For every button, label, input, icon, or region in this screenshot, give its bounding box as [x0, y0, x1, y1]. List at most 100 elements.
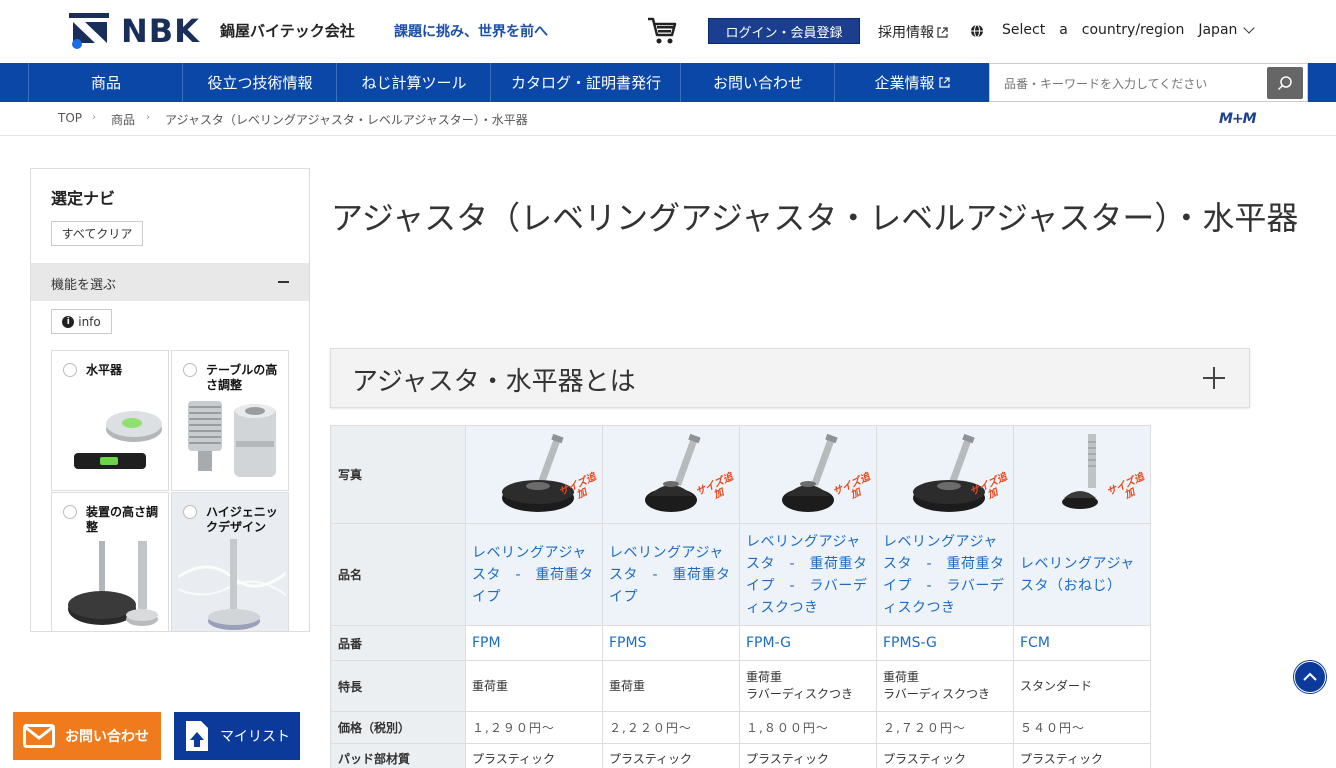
product-feature: スタンダード — [1013, 660, 1151, 712]
feature-text: 重荷重 — [472, 678, 509, 693]
nav-label: お問い合わせ — [712, 74, 803, 92]
nbk-logo[interactable]: NBK — [69, 12, 209, 50]
mail-icon — [23, 724, 55, 748]
minus-icon — [278, 281, 289, 283]
region-select-word: Select — [1002, 22, 1046, 38]
product-code-link[interactable]: FPM-G — [739, 625, 877, 661]
product-name-link[interactable]: レベリングアジャスタ - 重荷重タイプ - ラバーディスクつき — [739, 523, 877, 626]
section-label: 機能を選ぶ — [51, 278, 117, 293]
nav-item-screw-tool[interactable]: ねじ計算ツール — [336, 63, 491, 102]
product-name-link[interactable]: レベリングアジャスタ - 重荷重タイプ — [465, 523, 603, 626]
info-label: info — [78, 314, 101, 329]
adjuster-fpm-image — [502, 433, 574, 512]
adjuster-fpms-image — [645, 433, 701, 512]
breadcrumb-products[interactable]: 商品 — [111, 111, 135, 128]
product-pad-material: プラスティック — [876, 743, 1014, 768]
row-header-feature: 特長 — [330, 660, 466, 712]
product-photo[interactable]: サイズ追加 — [739, 425, 877, 524]
product-code-link[interactable]: FPMS-G — [876, 625, 1014, 661]
function-section-toggle[interactable]: 機能を選ぶ — [31, 263, 309, 301]
radio-button[interactable] — [183, 363, 197, 377]
filter-card-device-height[interactable]: 装置の高さ調整 — [51, 492, 169, 631]
partner-logo: M+M — [1219, 111, 1257, 127]
table-adjuster-image — [188, 401, 276, 477]
row-header-code: 品番 — [330, 625, 466, 661]
login-register-button[interactable]: ログイン・会員登録 — [708, 18, 860, 44]
nbk-logo-icon — [69, 13, 109, 49]
globe-icon — [971, 24, 983, 38]
product-price: ２,２２０円〜 — [602, 711, 740, 744]
nav-item-products[interactable]: 商品 — [28, 63, 183, 102]
product-price: １,２９０円〜 — [465, 711, 603, 744]
chevron-up-icon — [1303, 672, 1317, 681]
product-code-link[interactable]: FPMS — [602, 625, 740, 661]
product-price: ５４０円〜 — [1013, 711, 1151, 744]
search-button[interactable] — [1267, 67, 1303, 99]
card-label: ハイジェニックデザイン — [206, 505, 278, 534]
product-name-link[interactable]: レベリングアジャスタ（おねじ） — [1013, 523, 1151, 626]
product-feature: 重荷重 ラバーディスクつき — [739, 660, 877, 712]
nav-label: 企業情報 — [874, 74, 935, 92]
adjuster-fpm-g-image — [782, 433, 838, 512]
selection-navi: 選定ナビ すべてクリア 機能を選ぶ i info 水平器 テーブルの高さ調整 装… — [30, 168, 310, 632]
nav-label: カタログ・証明書発行 — [510, 74, 661, 92]
main-nav: 商品 役立つ技術情報 ねじ計算ツール カタログ・証明書発行 お問い合わせ 企業情… — [0, 63, 1336, 102]
filter-card-table-height[interactable]: テーブルの高さ調整 — [171, 350, 289, 491]
search-icon — [1277, 76, 1292, 91]
logo-text: NBK — [121, 12, 200, 50]
product-pad-material: プラスティック — [602, 743, 740, 768]
clear-all-button[interactable]: すべてクリア — [51, 221, 143, 246]
product-feature: 重荷重 — [465, 660, 603, 712]
table-row-price: 価格（税別） １,２９０円〜 ２,２２０円〜 １,８００円〜 ２,７２０円〜 ５… — [330, 711, 1151, 744]
floating-mylist-button[interactable]: マイリスト — [174, 712, 300, 760]
product-code-link[interactable]: FPM — [465, 625, 603, 661]
accordion-what-is-adjuster[interactable]: アジャスタ・水平器とは — [330, 348, 1250, 408]
radio-button[interactable] — [183, 505, 197, 519]
product-price: ２,７２０円〜 — [876, 711, 1014, 744]
contact-label: お問い合わせ — [65, 729, 149, 745]
feature-text: 重荷重 ラバーディスクつき — [883, 670, 991, 701]
region-selector[interactable]: Select a country/region Japan — [1002, 22, 1256, 38]
product-photo[interactable]: サイズ追加 — [1013, 425, 1151, 524]
nav-label: ねじ計算ツール — [361, 74, 467, 92]
nav-item-contact[interactable]: お問い合わせ — [680, 63, 835, 102]
cart-icon[interactable] — [646, 14, 678, 46]
nav-label: 商品 — [90, 74, 121, 92]
sidebar-title: 選定ナビ — [51, 189, 116, 208]
product-feature: 重荷重 ラバーディスクつき — [876, 660, 1014, 712]
feature-text: 重荷重 ラバーディスクつき — [746, 670, 854, 701]
radio-button[interactable] — [63, 363, 77, 377]
search-box — [989, 63, 1308, 102]
adjuster-fcm-image — [1062, 434, 1098, 509]
product-comparison-table: 写真 サイズ追加 サイズ追加 サイズ追加 サイズ追加 サイズ追加 品名 レベリン… — [330, 425, 1151, 768]
row-header-pad: パッド部材質 — [330, 743, 466, 768]
search-input[interactable] — [1004, 75, 1244, 93]
nav-item-company[interactable]: 企業情報 — [834, 63, 989, 102]
product-name-link[interactable]: レベリングアジャスタ - 重荷重タイプ - ラバーディスクつき — [876, 523, 1014, 626]
radio-button[interactable] — [63, 505, 77, 519]
product-photo[interactable]: サイズ追加 — [602, 425, 740, 524]
adjuster-fpms-g-image — [913, 433, 985, 512]
filter-card-level[interactable]: 水平器 — [51, 350, 169, 491]
breadcrumb-top[interactable]: TOP — [58, 111, 82, 125]
region-a-word: a — [1059, 22, 1068, 38]
nav-item-tech-info[interactable]: 役立つ技術情報 — [182, 63, 337, 102]
hygienic-adjuster-image — [178, 539, 286, 630]
nav-item-catalog[interactable]: カタログ・証明書発行 — [490, 63, 681, 102]
product-name-link[interactable]: レベリングアジャスタ - 重荷重タイプ — [602, 523, 740, 626]
recruit-link[interactable]: 採用情報 — [878, 22, 948, 42]
recruit-label: 採用情報 — [878, 25, 934, 41]
product-pad-material: プラスティック — [1013, 743, 1151, 768]
product-code-link[interactable]: FCM — [1013, 625, 1151, 661]
region-cr-word: country/region — [1081, 22, 1185, 38]
site-header: NBK 鍋屋バイテック会社 課題に挑み、世界を前へ ログイン・会員登録 採用情報… — [0, 0, 1336, 63]
info-button[interactable]: i info — [51, 309, 112, 334]
product-photo[interactable]: サイズ追加 — [465, 425, 603, 524]
filter-card-hygienic[interactable]: ハイジェニックデザイン — [171, 492, 289, 631]
floating-contact-button[interactable]: お問い合わせ — [13, 712, 161, 760]
info-icon: i — [62, 315, 75, 328]
back-to-top-button[interactable] — [1294, 661, 1326, 693]
external-link-icon — [937, 26, 948, 38]
product-photo[interactable]: サイズ追加 — [876, 425, 1014, 524]
table-row-feature: 特長 重荷重 重荷重 重荷重 ラバーディスクつき 重荷重 ラバーディスクつき ス… — [330, 660, 1151, 712]
